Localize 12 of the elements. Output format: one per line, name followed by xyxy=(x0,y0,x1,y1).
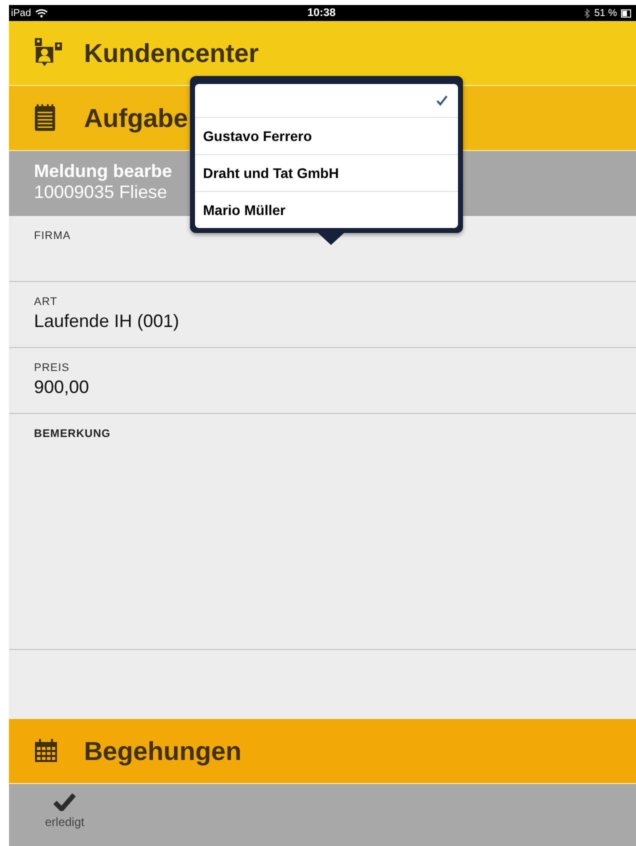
field-label: FIRMA xyxy=(34,230,71,242)
section-title: Aufgabe xyxy=(84,102,188,134)
field-label: ART xyxy=(34,296,58,308)
clock: 10:38 xyxy=(307,7,336,19)
battery-percent: 51 % xyxy=(594,8,617,18)
header-subtitle: 10009035 Fliese xyxy=(34,181,168,203)
device-name: iPad xyxy=(11,8,32,18)
field-label: PREIS xyxy=(34,362,70,374)
section-title: Begehungen xyxy=(84,736,242,766)
section-title: Kundencenter xyxy=(84,38,259,68)
field-label: BEMERKUNG xyxy=(34,428,111,440)
header-title: Meldung bearbe xyxy=(34,161,172,181)
